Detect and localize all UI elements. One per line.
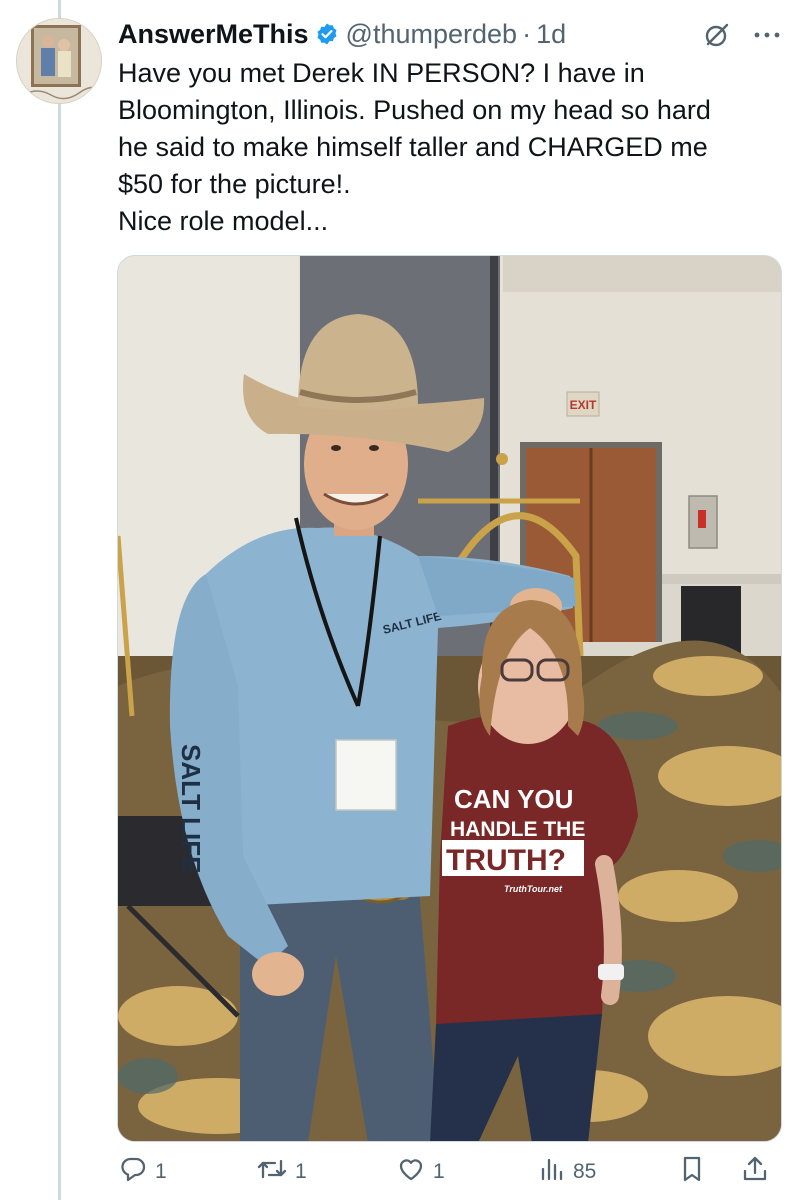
exit-sign: EXIT xyxy=(570,398,597,412)
avatar-image xyxy=(17,19,101,103)
timestamp[interactable]: 1d xyxy=(536,19,566,50)
tweet-text-line: $50 for the picture!. xyxy=(118,169,351,199)
tshirt-line: HANDLE THE xyxy=(450,818,585,841)
reply-icon xyxy=(118,1154,148,1190)
views-chart-icon xyxy=(538,1154,566,1190)
photo-illustration: EXIT SALT LIFE SALT LIFE CAN YOU HANDLE … xyxy=(118,256,781,1141)
bookmark-icon xyxy=(678,1154,706,1190)
heart-icon xyxy=(396,1154,426,1190)
reply-count: 1 xyxy=(155,1160,167,1183)
tweet-photo[interactable]: EXIT SALT LIFE SALT LIFE CAN YOU HANDLE … xyxy=(117,255,782,1142)
tshirt-small-text: TruthTour.net xyxy=(504,884,563,894)
sleeve-text: SALT LIFE xyxy=(176,744,206,874)
repost-button[interactable]: 1 xyxy=(256,1152,307,1192)
more-options-icon[interactable] xyxy=(750,20,784,50)
separator: · xyxy=(522,18,532,49)
grok-icon[interactable] xyxy=(702,20,732,50)
tweet-text-line: Have you met Derek IN PERSON? I have in xyxy=(118,58,645,88)
tshirt-line: TRUTH? xyxy=(446,844,566,877)
handle[interactable]: @thumperdeb xyxy=(346,19,518,50)
tweet-text-line: Bloomington, Illinois. Pushed on my head… xyxy=(118,95,711,125)
repost-count: 1 xyxy=(295,1160,307,1183)
display-name[interactable]: AnswerMeThis xyxy=(118,19,309,50)
share-button[interactable] xyxy=(740,1152,770,1192)
tweet-text-line: he said to make himself taller and CHARG… xyxy=(118,132,708,162)
thread-line xyxy=(58,0,61,1200)
like-count: 1 xyxy=(433,1160,445,1183)
tweet-text-line: Nice role model... xyxy=(118,206,329,236)
views-button[interactable]: 85 xyxy=(538,1152,596,1192)
share-icon xyxy=(740,1154,770,1190)
views-count: 85 xyxy=(573,1160,597,1183)
reply-button[interactable]: 1 xyxy=(118,1152,167,1192)
avatar[interactable] xyxy=(16,18,102,104)
bookmark-button[interactable] xyxy=(678,1152,706,1192)
tweet-header: AnswerMeThis @thumperdeb · 1d xyxy=(118,16,566,52)
tweet-text: Have you met Derek IN PERSON? I have in … xyxy=(118,55,778,240)
verified-badge-icon xyxy=(315,22,339,46)
repost-icon xyxy=(256,1154,288,1190)
action-bar: 1 1 1 85 xyxy=(0,1152,799,1192)
like-button[interactable]: 1 xyxy=(396,1152,445,1192)
tshirt-line: CAN YOU xyxy=(454,784,573,814)
